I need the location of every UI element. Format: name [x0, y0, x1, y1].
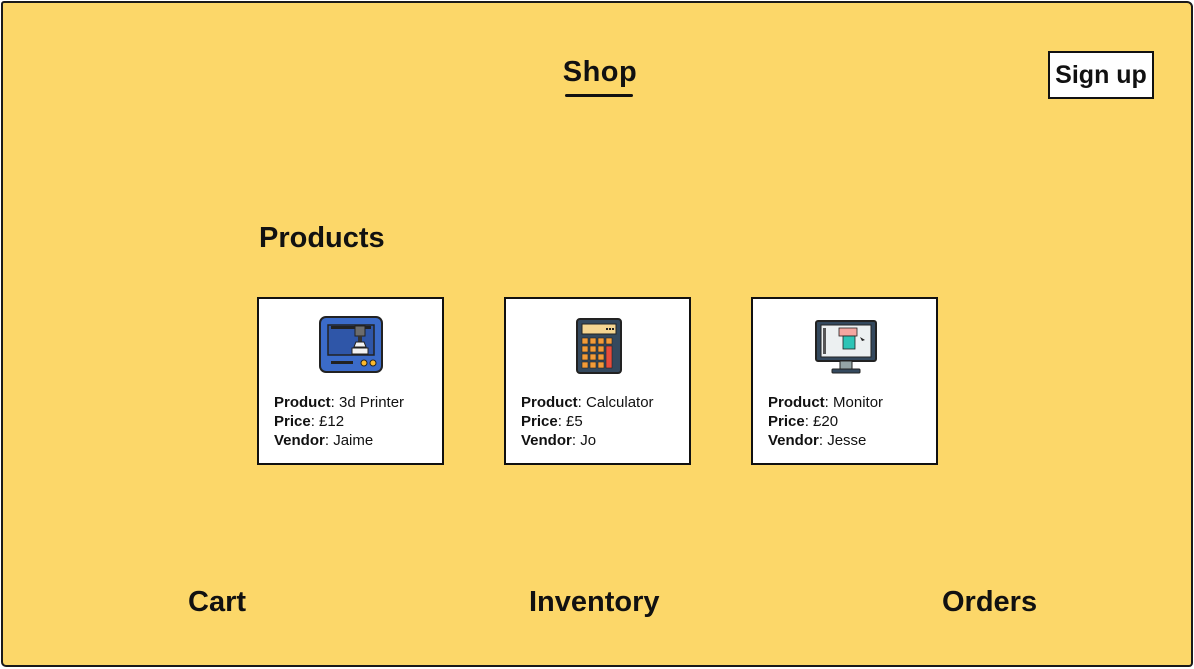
- products-heading: Products: [259, 222, 385, 254]
- sign-up-button[interactable]: Sign up: [1048, 51, 1154, 99]
- product-line: Product: 3d Printer: [274, 394, 405, 411]
- price-line: Price: £20: [768, 413, 839, 430]
- vendor-line: Vendor: Jaime: [274, 432, 374, 449]
- monitor-icon: [815, 320, 877, 374]
- cart-link[interactable]: Cart: [188, 586, 246, 619]
- title-underline: [565, 94, 633, 97]
- vendor-line: Vendor: Jo: [521, 432, 597, 449]
- page-frame: Shop Sign up Products Product: 3d Printe…: [1, 1, 1193, 667]
- product-line: Product: Calculator: [521, 394, 654, 411]
- product-card-calculator[interactable]: Product: Calculator Price: £5 Vendor: Jo: [504, 297, 691, 465]
- inventory-link[interactable]: Inventory: [529, 586, 660, 619]
- product-card-monitor[interactable]: Product: Monitor Price: £20 Vendor: Jess…: [751, 297, 938, 465]
- product-info: Product: 3d Printer Price: £12 Vendor: J…: [274, 393, 404, 450]
- product-info: Product: Calculator Price: £5 Vendor: Jo: [521, 393, 654, 450]
- product-info: Product: Monitor Price: £20 Vendor: Jess…: [768, 393, 883, 450]
- vendor-line: Vendor: Jesse: [768, 432, 867, 449]
- product-line: Product: Monitor: [768, 394, 884, 411]
- calculator-icon: [576, 318, 622, 374]
- page-title: Shop: [562, 56, 638, 88]
- price-line: Price: £12: [274, 413, 345, 430]
- price-line: Price: £5: [521, 413, 583, 430]
- 3d-printer-icon: [319, 316, 383, 373]
- orders-link[interactable]: Orders: [942, 586, 1037, 619]
- product-card-3d-printer[interactable]: Product: 3d Printer Price: £12 Vendor: J…: [257, 297, 444, 465]
